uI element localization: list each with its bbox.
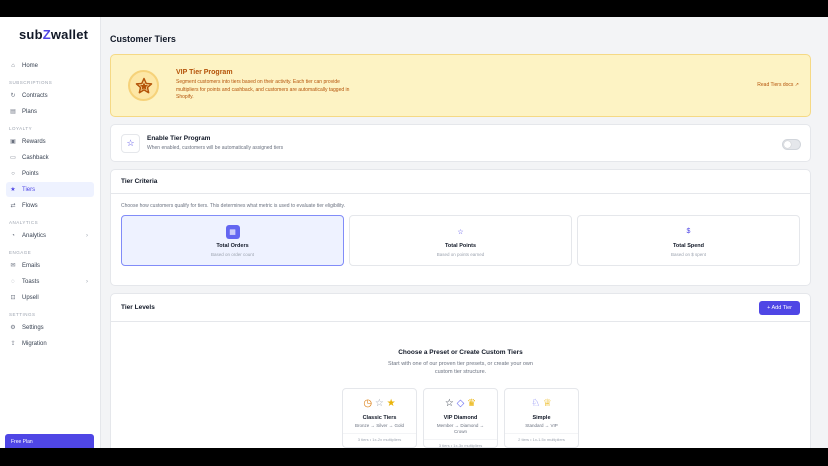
plan-badge[interactable]: Free Plan <box>5 434 94 448</box>
criteria-option-total-points[interactable]: ☆ Total Points Based on points earned <box>349 215 572 266</box>
wallet-icon: ▭ <box>10 154 16 161</box>
nav-section-subscriptions: SUBSCRIPTIONS <box>9 80 53 85</box>
migrate-icon: ⇪ <box>10 340 16 347</box>
mail-icon: ✉ <box>10 262 16 269</box>
sidebar-item-analytics[interactable]: ◔ Analytics › <box>6 228 94 243</box>
add-tier-button[interactable]: + Add Tier <box>759 300 800 315</box>
sidebar-item-home[interactable]: ⌂ Home <box>6 58 94 73</box>
sidebar-item-settings[interactable]: ⚙ Settings <box>6 320 94 335</box>
nav-section-loyalty: LOYALTY <box>9 126 33 131</box>
nav-section-engage: ENGAGE <box>9 250 32 255</box>
vip-title: VIP Tier Program <box>176 69 233 77</box>
trophy-icons: ♘ ♕ <box>531 398 552 409</box>
tier-criteria-card: Tier Criteria Choose how customers quali… <box>110 169 811 286</box>
gear-icon: ⚙ <box>10 324 16 331</box>
bell-icon: ◌ <box>11 278 15 285</box>
diamond-icons: ☆ ◇ ♛ <box>444 398 477 409</box>
preset-heading: Choose a Preset or Create Custom Tiers <box>398 349 523 356</box>
app-window: subZwallet ⌂ Home SUBSCRIPTIONS ↻ Contract… <box>0 17 828 448</box>
criteria-option-total-spend[interactable]: $ Total Spend Based on $ spent <box>577 215 800 266</box>
chevron-right-icon: › <box>86 232 88 239</box>
star-outline-icon: ☆ <box>121 133 140 153</box>
star-icon: ☆ <box>457 228 464 236</box>
enable-tier-card: ☆ Enable Tier Program When enabled, cust… <box>110 124 811 162</box>
chevron-right-icon: › <box>86 278 88 285</box>
calendar-icon: ▦ <box>225 224 240 239</box>
criteria-option-total-orders[interactable]: ▦ Total Orders Based on order count <box>121 215 344 266</box>
dollar-icon: $ <box>686 228 691 235</box>
sidebar-item-flows[interactable]: ⇄ Flows <box>6 198 94 213</box>
sidebar-item-upsell[interactable]: ⊡ Upsell <box>6 290 94 305</box>
plus-icon: + <box>767 304 771 311</box>
vip-banner: VIP Tier Program Segment customers into … <box>110 54 811 117</box>
sidebar-item-emails[interactable]: ✉ Emails <box>6 258 94 273</box>
page-title: Customer Tiers <box>110 34 176 44</box>
sidebar-item-migration[interactable]: ⇪ Migration <box>6 336 94 351</box>
enable-description: When enabled, customers will be automati… <box>147 145 284 151</box>
nav-section-analytics: ANALYTICS <box>9 220 39 225</box>
preset-simple[interactable]: ♘ ♕ Simple Standard → VIP 2 tiers • 1x-1… <box>504 388 579 448</box>
sidebar-item-points[interactable]: ○ Points <box>6 166 94 181</box>
read-tiers-docs-link[interactable]: Read Tiers docs ↗ <box>757 82 799 88</box>
medal-icons: ◷ ☆ ★ <box>363 398 396 409</box>
tier-criteria-heading: Tier Criteria <box>111 170 810 194</box>
tier-levels-card: Tier Levels + Add Tier Choose a Preset o… <box>110 293 811 448</box>
tier-criteria-description: Choose how customers qualify for tiers. … <box>121 203 346 209</box>
chart-icon: ◔ <box>11 232 15 239</box>
external-link-icon: ↗ <box>794 82 799 88</box>
flow-icon: ⇄ <box>10 202 16 209</box>
toggle-knob <box>784 141 791 148</box>
home-icon: ⌂ <box>11 62 15 69</box>
tier-levels-heading: Tier Levels <box>121 304 155 311</box>
sidebar-item-cashback[interactable]: ▭ Cashback <box>6 150 94 165</box>
sidebar-item-contracts[interactable]: ↻ Contracts <box>6 88 94 103</box>
document-icon: ▤ <box>10 108 16 115</box>
nav-section-settings: SETTINGS <box>9 312 36 317</box>
gift-icon: ▣ <box>10 138 16 145</box>
cart-icon: ⊡ <box>10 294 16 301</box>
brand-logo: subZwallet <box>19 27 89 42</box>
sidebar-item-rewards[interactable]: ▣ Rewards <box>6 134 94 149</box>
preset-vip-diamond[interactable]: ☆ ◇ ♛ VIP Diamond Member → Diamond → Crow… <box>423 388 498 448</box>
coin-icon: ○ <box>11 170 15 177</box>
sidebar: subZwallet ⌂ Home SUBSCRIPTIONS ↻ Contract… <box>0 17 101 448</box>
preset-description: Start with one of our proven tier preset… <box>388 361 533 375</box>
enable-tier-toggle[interactable] <box>782 139 801 150</box>
sidebar-item-toasts[interactable]: ◌ Toasts › <box>6 274 94 289</box>
enable-title: Enable Tier Program <box>147 135 211 142</box>
vip-star-badge-icon <box>128 70 159 101</box>
star-icon: ★ <box>10 186 16 193</box>
preset-classic-tiers[interactable]: ◷ ☆ ★ Classic Tiers Bronze → Silver → Go… <box>342 388 417 448</box>
main-content: Customer Tiers VIP Tier Program Segment … <box>101 17 828 448</box>
refresh-icon: ↻ <box>10 92 16 99</box>
sidebar-item-tiers[interactable]: ★ Tiers <box>6 182 94 197</box>
sidebar-item-plans[interactable]: ▤ Plans <box>6 104 94 119</box>
vip-description: Segment customers into tiers based on th… <box>176 79 350 101</box>
